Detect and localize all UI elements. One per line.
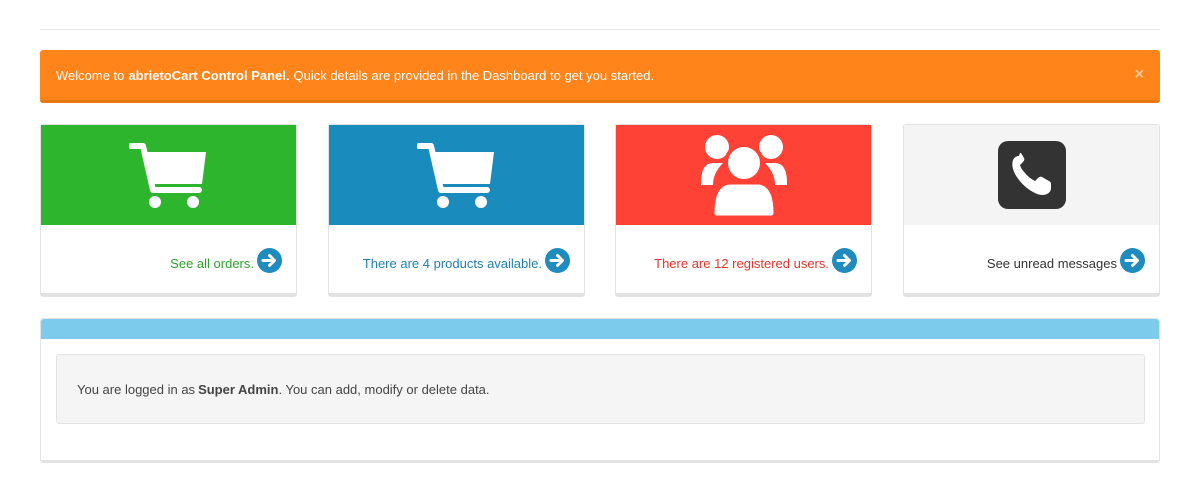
arrow-right-icon[interactable] (832, 248, 857, 273)
users-card[interactable]: There are 12 registered users. (615, 124, 872, 297)
users-card-header (616, 125, 871, 225)
products-card-footer: There are 4 products available. (329, 225, 584, 294)
info-panel-header (41, 319, 1159, 339)
welcome-alert: Welcome to abrietoCart Control Panel. Qu… (40, 50, 1160, 103)
arrow-right-icon[interactable] (1120, 248, 1145, 273)
messages-link[interactable]: See unread messages (987, 256, 1117, 271)
login-info-suffix: . You can add, modify or delete data. (278, 381, 490, 397)
users-link[interactable]: There are 12 registered users. (654, 256, 829, 271)
orders-card-footer: See all orders. (41, 225, 296, 294)
login-info-well: You are logged in as Super Admin . You c… (56, 354, 1145, 424)
users-icon (700, 135, 787, 217)
messages-card-footer: See unread messages (904, 225, 1159, 294)
shopping-cart-icon (128, 143, 206, 208)
phone-icon (997, 141, 1066, 209)
orders-link[interactable]: See all orders. (170, 256, 254, 271)
messages-card-header (904, 125, 1159, 225)
shopping-cart-icon (416, 143, 494, 208)
alert-message: Quick details are provided in the Dashbo… (293, 67, 655, 83)
products-link[interactable]: There are 4 products available. (363, 256, 542, 271)
products-card[interactable]: There are 4 products available. (328, 124, 585, 297)
users-card-footer: There are 12 registered users. (616, 225, 871, 294)
alert-brand: abrietoCart Control Panel. (128, 67, 290, 83)
arrow-right-icon[interactable] (257, 248, 282, 273)
close-icon[interactable]: × (1135, 67, 1144, 83)
orders-card-header (41, 125, 296, 225)
top-divider (40, 29, 1160, 30)
orders-card[interactable]: See all orders. (40, 124, 297, 297)
alert-prefix: Welcome to (56, 67, 125, 83)
products-card-header (329, 125, 584, 225)
login-info-prefix: You are logged in as (77, 381, 196, 397)
arrow-right-icon[interactable] (545, 248, 570, 273)
messages-card[interactable]: See unread messages (903, 124, 1160, 297)
login-role: Super Admin (198, 381, 279, 397)
info-panel: You are logged in as Super Admin . You c… (40, 318, 1160, 463)
